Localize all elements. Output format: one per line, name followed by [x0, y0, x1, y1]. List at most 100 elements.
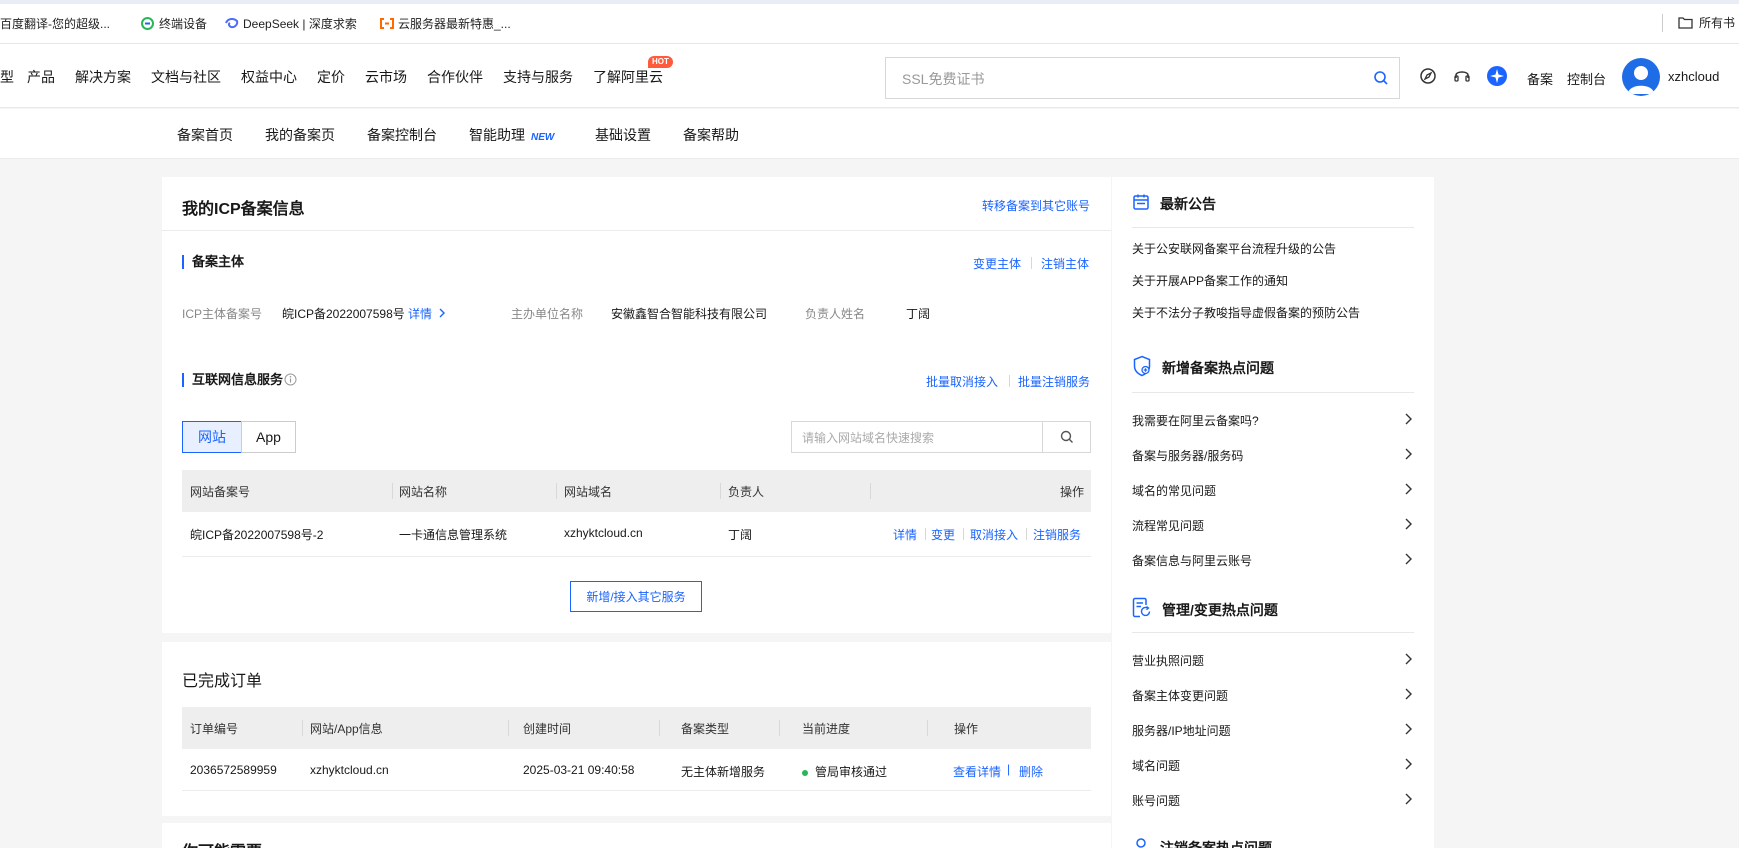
search-icon[interactable] [1373, 70, 1389, 89]
cancel-subject-link[interactable]: 注销主体 [1041, 255, 1089, 272]
assistant-icon[interactable] [1486, 65, 1508, 90]
add-service-button[interactable]: 新增/接入其它服务 [570, 581, 702, 612]
tab-beian-home[interactable]: 备案首页 [177, 125, 233, 145]
notice-item[interactable]: 关于开展APP备案工作的通知 [1132, 272, 1414, 289]
nav-item-products[interactable]: 产品 [27, 67, 55, 87]
bookmark-label: DeepSeek | 深度求索 [243, 16, 357, 31]
nav-item-partners[interactable]: 合作伙伴 [427, 67, 483, 87]
bookmark-label: 百度翻译-您的超级... [0, 16, 110, 31]
nav-item-solutions[interactable]: 解决方案 [75, 67, 131, 87]
column-header: 操作 [954, 722, 979, 736]
hot-questions-header: 新增备案热点问题 [1132, 355, 1274, 380]
tab-beian-console[interactable]: 备案控制台 [367, 125, 437, 145]
divider [1009, 375, 1010, 387]
divider [779, 720, 780, 736]
column-header: 创建时间 [523, 722, 572, 736]
nav-link-beian[interactable]: 备案 [1527, 69, 1553, 88]
manage-question-item[interactable]: 备案主体变更问题 [1132, 687, 1414, 704]
hot-question-item[interactable]: 域名的常见问题 [1132, 482, 1414, 499]
nav-link-console[interactable]: 控制台 [1567, 69, 1606, 88]
divider [182, 790, 1091, 791]
info-icon[interactable] [284, 373, 297, 389]
manage-question-item[interactable]: 营业执照问题 [1132, 652, 1414, 669]
change-subject-link[interactable]: 变更主体 [973, 255, 1021, 272]
nav-item-partial[interactable]: 型 [0, 67, 14, 87]
notice-item[interactable]: 关于不法分子教唆指导虚假备案的预防公告 [1132, 304, 1414, 321]
manage-question-item[interactable]: 域名问题 [1132, 757, 1414, 774]
tab-beian-help[interactable]: 备案帮助 [683, 125, 739, 145]
cancel-questions-header: 注销备案热点问题 [1132, 837, 1272, 848]
chevron-right-icon [1404, 518, 1412, 533]
bookmark-terminal-device[interactable]: 终端设备 [141, 14, 207, 32]
manage-question-item[interactable]: 账号问题 [1132, 792, 1414, 809]
action-separator: | [1007, 762, 1011, 776]
username[interactable]: xzhcloud [1668, 69, 1719, 84]
bookmark-label: 终端设备 [159, 16, 208, 31]
tab-smart-assistant[interactable]: 智能助理 NEW [469, 125, 554, 145]
chevron-right-icon [1404, 653, 1412, 668]
row-cancel-service-link[interactable]: 注销服务 [1033, 526, 1081, 543]
side-panel: 最新公告 关于公安联网备案平台流程升级的公告 关于开展APP备案工作的通知 关于… [1112, 177, 1434, 848]
divider [870, 483, 871, 499]
cell-order-id: 2036572589959 [190, 763, 277, 777]
org-name-value: 安徽鑫智合智能科技有限公司 [611, 307, 768, 321]
bookmark-divider [1662, 14, 1663, 32]
view-order-details-link[interactable]: 查看详情 [953, 763, 1001, 780]
bookmark-baidu-translate[interactable]: 百度翻译-您的超级... [0, 14, 110, 32]
tab-app[interactable]: App [241, 421, 296, 453]
row-disconnect-link[interactable]: 取消接入 [970, 526, 1018, 543]
all-bookmarks[interactable]: 所有书 [1678, 14, 1735, 31]
bookmark-aliyun-server[interactable]: 云服务器最新特惠_... [380, 14, 511, 32]
bookmark-icon [141, 16, 154, 30]
transfer-beian-link[interactable]: 转移备案到其它账号 [982, 197, 1090, 214]
hot-question-item[interactable]: 备案与服务器/服务码 [1132, 447, 1414, 464]
tab-my-beian[interactable]: 我的备案页 [265, 125, 335, 145]
notice-item[interactable]: 关于公安联网备案平台流程升级的公告 [1132, 240, 1414, 257]
delete-order-link[interactable]: 删除 [1019, 763, 1043, 780]
tab-basic-settings[interactable]: 基础设置 [595, 125, 651, 145]
bookmark-deepseek[interactable]: DeepSeek | 深度求索 [225, 14, 357, 32]
column-header: 网站名称 [399, 485, 448, 499]
bookmark-label: 云服务器最新特惠_... [398, 16, 511, 31]
icp-info-card: 我的ICP备案信息 转移备案到其它账号 备案主体 变更主体 注销主体 ICP主体… [162, 177, 1111, 633]
item-label: 域名问题 [1132, 759, 1181, 773]
chevron-right-icon [1404, 688, 1412, 703]
nav-item-benefits[interactable]: 权益中心 [241, 67, 297, 87]
divider [1132, 632, 1414, 633]
compass-icon[interactable] [1419, 67, 1437, 88]
avatar[interactable] [1622, 58, 1660, 96]
icp-number-value: 皖ICP备2022007598号 [282, 307, 405, 321]
divider [1026, 528, 1027, 540]
row-details-link[interactable]: 详情 [893, 526, 917, 543]
item-label: 备案主体变更问题 [1132, 689, 1229, 703]
divider [659, 720, 660, 736]
nav-item-pricing[interactable]: 定价 [317, 67, 345, 87]
hot-badge: HOT [648, 56, 673, 68]
section-title-subject: 备案主体 [182, 255, 244, 269]
you-may-need-title: 你可能需要 [182, 838, 262, 848]
hot-question-item[interactable]: 流程常见问题 [1132, 517, 1414, 534]
domain-search-input[interactable] [802, 429, 1022, 447]
bookmarks-bar: 百度翻译-您的超级... 终端设备 DeepSeek | 深度求索 云服务器最新… [0, 0, 1739, 44]
column-header: 网站备案号 [190, 485, 251, 499]
nav-item-docs[interactable]: 文档与社区 [151, 67, 221, 87]
hot-question-item[interactable]: 我需要在阿里云备案吗? [1132, 412, 1414, 429]
hot-question-item[interactable]: 备案信息与阿里云账号 [1132, 552, 1414, 569]
nav-item-support[interactable]: 支持与服务 [503, 67, 573, 87]
divider [1031, 257, 1032, 269]
tab-website[interactable]: 网站 [182, 421, 242, 453]
nav-item-about[interactable]: 了解阿里云 [593, 67, 663, 87]
batch-disconnect-link[interactable]: 批量取消接入 [926, 373, 998, 390]
manage-question-item[interactable]: 服务器/IP地址问题 [1132, 722, 1414, 739]
column-header: 备案类型 [681, 722, 730, 736]
row-change-link[interactable]: 变更 [931, 526, 955, 543]
chevron-right-icon [1404, 553, 1412, 568]
batch-cancel-link[interactable]: 批量注销服务 [1018, 373, 1090, 390]
icp-details-link[interactable]: 详情 [408, 305, 446, 322]
headset-icon[interactable] [1453, 67, 1471, 88]
document-refresh-icon [1132, 597, 1152, 622]
domain-search-button[interactable] [1042, 422, 1091, 452]
global-search-input[interactable] [902, 69, 1352, 89]
nav-item-marketplace[interactable]: 云市场 [365, 67, 407, 87]
global-search[interactable] [885, 57, 1400, 99]
